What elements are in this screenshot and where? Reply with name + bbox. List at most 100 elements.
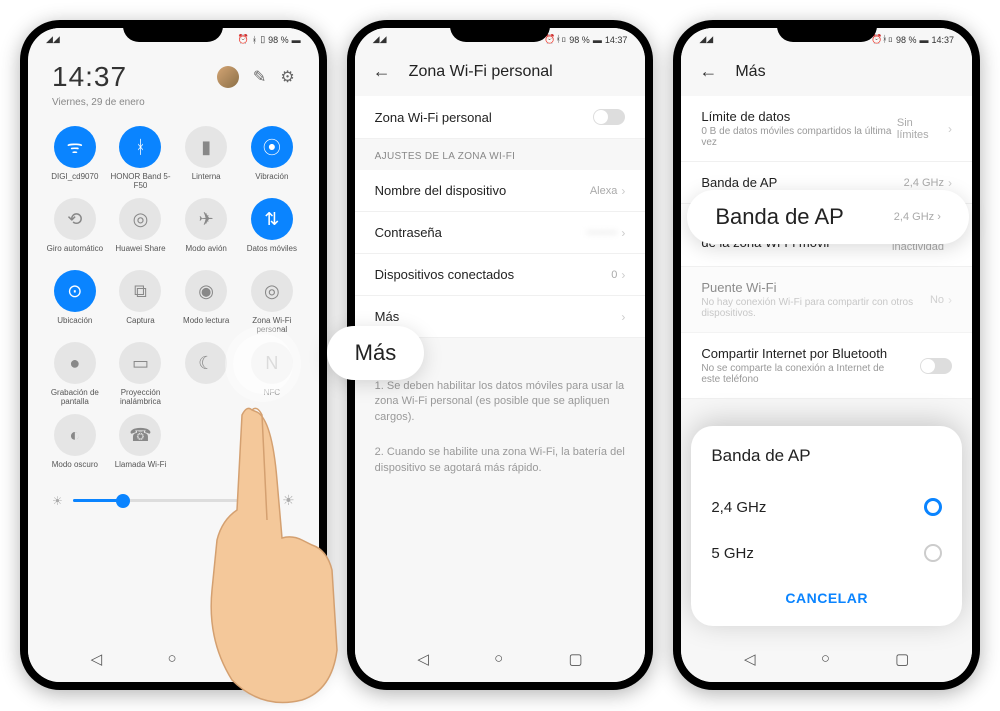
row-value: Alexa: [590, 185, 618, 197]
dialog-title: Banda de AP: [711, 446, 942, 466]
nav-recent[interactable]: ▢: [568, 650, 582, 668]
wifi-icon[interactable]: ᯤ: [54, 126, 96, 168]
moon-icon[interactable]: ☾: [185, 342, 227, 384]
battery-text: 98 %: [896, 35, 917, 45]
back-icon[interactable]: ←: [373, 61, 391, 82]
qs-label: Giro automático: [47, 244, 103, 262]
password-row[interactable]: Contraseña ••••••••›: [355, 212, 646, 254]
qs-tile-wifi[interactable]: ᯤ DIGI_cd9070: [44, 126, 106, 190]
status-time: 14:37: [931, 35, 954, 45]
flashlight-icon[interactable]: ▮: [185, 126, 227, 168]
qs-tile-capture[interactable]: ⧉Captura: [110, 270, 172, 334]
qs-label: Vibración: [255, 172, 288, 190]
page-title: Zona Wi-Fi personal: [409, 63, 553, 81]
qs-label: Modo avión: [185, 244, 226, 262]
settings-header: ← Zona Wi-Fi personal: [355, 47, 646, 96]
location-icon[interactable]: ⊙: [54, 270, 96, 312]
qs-tile-bluetooth[interactable]: ᚼHONOR Band 5-F50: [110, 126, 172, 190]
bt-status-icon: ᚼ: [252, 35, 257, 45]
qs-tile-data[interactable]: ⇅ Datos móviles: [241, 198, 303, 262]
nav-home[interactable]: ○: [494, 650, 503, 668]
callout-mas: Más: [327, 326, 425, 380]
qs-tile-wificall[interactable]: ☎ Llamada Wi-Fi: [110, 414, 172, 478]
hotspot-icon[interactable]: ◎: [251, 270, 293, 312]
nav-back[interactable]: ◁: [91, 650, 103, 668]
clock-time: 14:37: [52, 61, 127, 93]
qs-tile-eye[interactable]: ◉Modo lectura: [175, 270, 237, 334]
qs-tile-rotate[interactable]: ⟲ Giro automático: [44, 198, 106, 262]
edit-icon[interactable]: ✎: [253, 67, 266, 87]
option-label: 2,4 GHz: [711, 499, 766, 516]
row-sublabel: 0 B de datos móviles compartidos la últi…: [701, 126, 897, 148]
rotate-icon[interactable]: ⟲: [54, 198, 96, 240]
avatar[interactable]: [217, 66, 239, 88]
nav-back[interactable]: ◁: [417, 650, 429, 668]
qs-tile-record[interactable]: ● Grabación de pantalla: [44, 342, 106, 406]
qs-header: 14:37 ✎ ⚙: [28, 47, 319, 97]
cast-icon[interactable]: ▭: [119, 342, 161, 384]
qs-tile-hotspot[interactable]: ◎Zona Wi-Fi personal: [241, 270, 303, 334]
qs-label: Huawei Share: [115, 244, 165, 262]
qs-label: Grabación de pantalla: [44, 388, 106, 406]
option-24ghz[interactable]: 2,4 GHz: [711, 484, 942, 530]
nav-recent[interactable]: ▢: [895, 650, 909, 668]
qs-label: Modo oscuro: [52, 460, 98, 478]
qs-tile-cast[interactable]: ▭Proyección inalámbrica: [110, 342, 172, 406]
qs-tile-location[interactable]: ⊙Ubicación: [44, 270, 106, 334]
vibrate-status-icon: ▯: [260, 34, 265, 45]
signal-icon: ◢◢: [46, 34, 60, 45]
radio-checked-icon[interactable]: [924, 498, 942, 516]
toggle-switch[interactable]: [593, 109, 625, 125]
battery-icon: ▬: [919, 35, 928, 45]
radio-unchecked-icon[interactable]: [924, 544, 942, 562]
connected-devices-row[interactable]: Dispositivos conectados 0›: [355, 254, 646, 296]
row-value: 0: [611, 269, 617, 281]
bt-share-row[interactable]: Compartir Internet por Bluetooth No se c…: [681, 333, 972, 399]
back-icon[interactable]: ←: [699, 61, 717, 82]
row-label: Banda de AP: [701, 175, 777, 190]
brightness-low-icon: ☀: [52, 494, 63, 508]
record-icon[interactable]: ●: [54, 342, 96, 384]
brightness-slider[interactable]: ☀ ☀: [28, 482, 319, 519]
eye-icon[interactable]: ◉: [185, 270, 227, 312]
wificall-icon[interactable]: ☎: [119, 414, 161, 456]
row-value: 2,4 GHz: [904, 177, 944, 189]
hotspot-toggle-row[interactable]: Zona Wi-Fi personal: [355, 96, 646, 139]
data-icon[interactable]: ⇅: [251, 198, 293, 240]
nav-recent[interactable]: ▢: [242, 650, 256, 668]
date-text: Viernes, 29 de enero: [28, 97, 319, 122]
datalimit-row[interactable]: Límite de datos 0 B de datos móviles com…: [681, 96, 972, 162]
nav-home[interactable]: ○: [821, 650, 830, 668]
row-label: Nombre del dispositivo: [375, 183, 507, 198]
vibrate-icon[interactable]: ⦿: [251, 126, 293, 168]
cancel-button[interactable]: CANCELAR: [711, 576, 942, 606]
capture-icon[interactable]: ⧉: [119, 270, 161, 312]
dark-icon[interactable]: ◐: [54, 414, 96, 456]
gear-icon[interactable]: ⚙: [280, 67, 294, 87]
qs-tile-dark[interactable]: ◐ Modo oscuro: [44, 414, 106, 478]
qs-tile-flashlight[interactable]: ▮Linterna: [175, 126, 237, 190]
nav-back[interactable]: ◁: [744, 650, 756, 668]
row-label: Dispositivos conectados: [375, 267, 514, 282]
qs-label: Datos móviles: [247, 244, 297, 262]
row-label: Puente Wi-Fi: [701, 280, 930, 295]
nav-home[interactable]: ○: [167, 650, 176, 668]
callout-banda: Banda de AP 2,4 GHz ›: [687, 190, 969, 244]
battery-icon: ▬: [292, 35, 301, 45]
qs-tile-share[interactable]: ◎ Huawei Share: [110, 198, 172, 262]
signal-icon: ◢◢: [699, 34, 713, 45]
qs-label: DIGI_cd9070: [51, 172, 98, 190]
page-title: Más: [735, 63, 765, 81]
qs-tile-moon[interactable]: ☾: [175, 342, 237, 406]
signal-icon: ◢◢: [373, 34, 387, 45]
airplane-icon[interactable]: ✈: [185, 198, 227, 240]
qs-label: Llamada Wi-Fi: [115, 460, 167, 478]
qs-tile-airplane[interactable]: ✈ Modo avión: [175, 198, 237, 262]
option-5ghz[interactable]: 5 GHz: [711, 530, 942, 576]
bluetooth-icon[interactable]: ᚼ: [119, 126, 161, 168]
qs-tile-vibrate[interactable]: ⦿ Vibración: [241, 126, 303, 190]
row-value: Sin límites: [897, 117, 944, 141]
share-icon[interactable]: ◎: [119, 198, 161, 240]
toggle-switch[interactable]: [920, 358, 952, 374]
device-name-row[interactable]: Nombre del dispositivo Alexa›: [355, 170, 646, 212]
